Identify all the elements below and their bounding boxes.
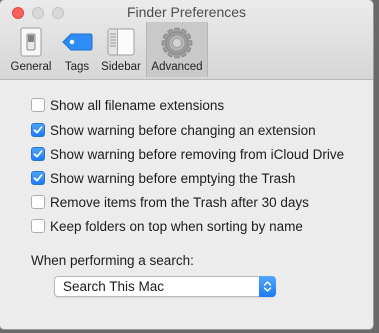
option-warn-change-extension[interactable]: Show warning before changing an extensio… [31,121,316,139]
general-switch-icon [16,26,46,63]
option-label: Show all filename extensions [50,97,225,113]
option-label: Show warning before emptying the Trash [50,170,296,186]
option-remove-trash-30-days[interactable]: Remove items from the Trash after 30 day… [31,193,309,211]
checkmark-icon [33,174,43,182]
tag-icon [60,26,94,63]
search-scope-value: Search This Mac [63,279,165,294]
toolbar: Finder Preferences General Tags Sidebar … [0,0,373,80]
tab-tags-label: Tags [64,61,90,73]
checkbox[interactable] [31,195,45,209]
checkmark-icon [33,126,43,134]
sidebar-icon [105,26,137,63]
option-warn-icloud[interactable]: Show warning before removing from iCloud… [31,145,344,163]
tab-advanced[interactable]: Advanced [146,22,208,77]
checkmark-icon [33,150,43,158]
tab-sidebar-label: Sidebar [101,61,141,73]
option-folders-on-top[interactable]: Keep folders on top when sorting by name [31,217,303,235]
option-label: Remove items from the Trash after 30 day… [50,194,309,210]
checkbox[interactable] [31,123,45,137]
finder-preferences-window: Finder Preferences General Tags Sidebar … [0,0,373,329]
option-label: Keep folders on top when sorting by name [50,218,303,234]
gear-icon [160,26,194,65]
option-label: Show warning before removing from iCloud… [50,146,345,162]
option-warn-empty-trash[interactable]: Show warning before emptying the Trash [31,169,295,187]
search-scope-label: When performing a search: [31,253,194,268]
option-label: Show warning before changing an extensio… [50,122,316,138]
checkbox[interactable] [31,219,45,233]
checkbox[interactable] [31,147,45,161]
tab-general-label: General [10,61,52,73]
tab-advanced-label: Advanced [151,61,203,73]
tab-general[interactable]: General [6,22,56,77]
search-scope-popup[interactable]: Search This Mac [54,276,276,297]
tab-tags[interactable]: Tags [58,22,96,77]
option-show-extensions[interactable]: Show all filename extensions [31,96,224,114]
tab-sidebar[interactable]: Sidebar [98,22,144,77]
window-title: Finder Preferences [126,4,247,20]
popup-arrows-icon [259,276,276,297]
checkbox[interactable] [31,98,45,112]
checkbox[interactable] [31,171,45,185]
